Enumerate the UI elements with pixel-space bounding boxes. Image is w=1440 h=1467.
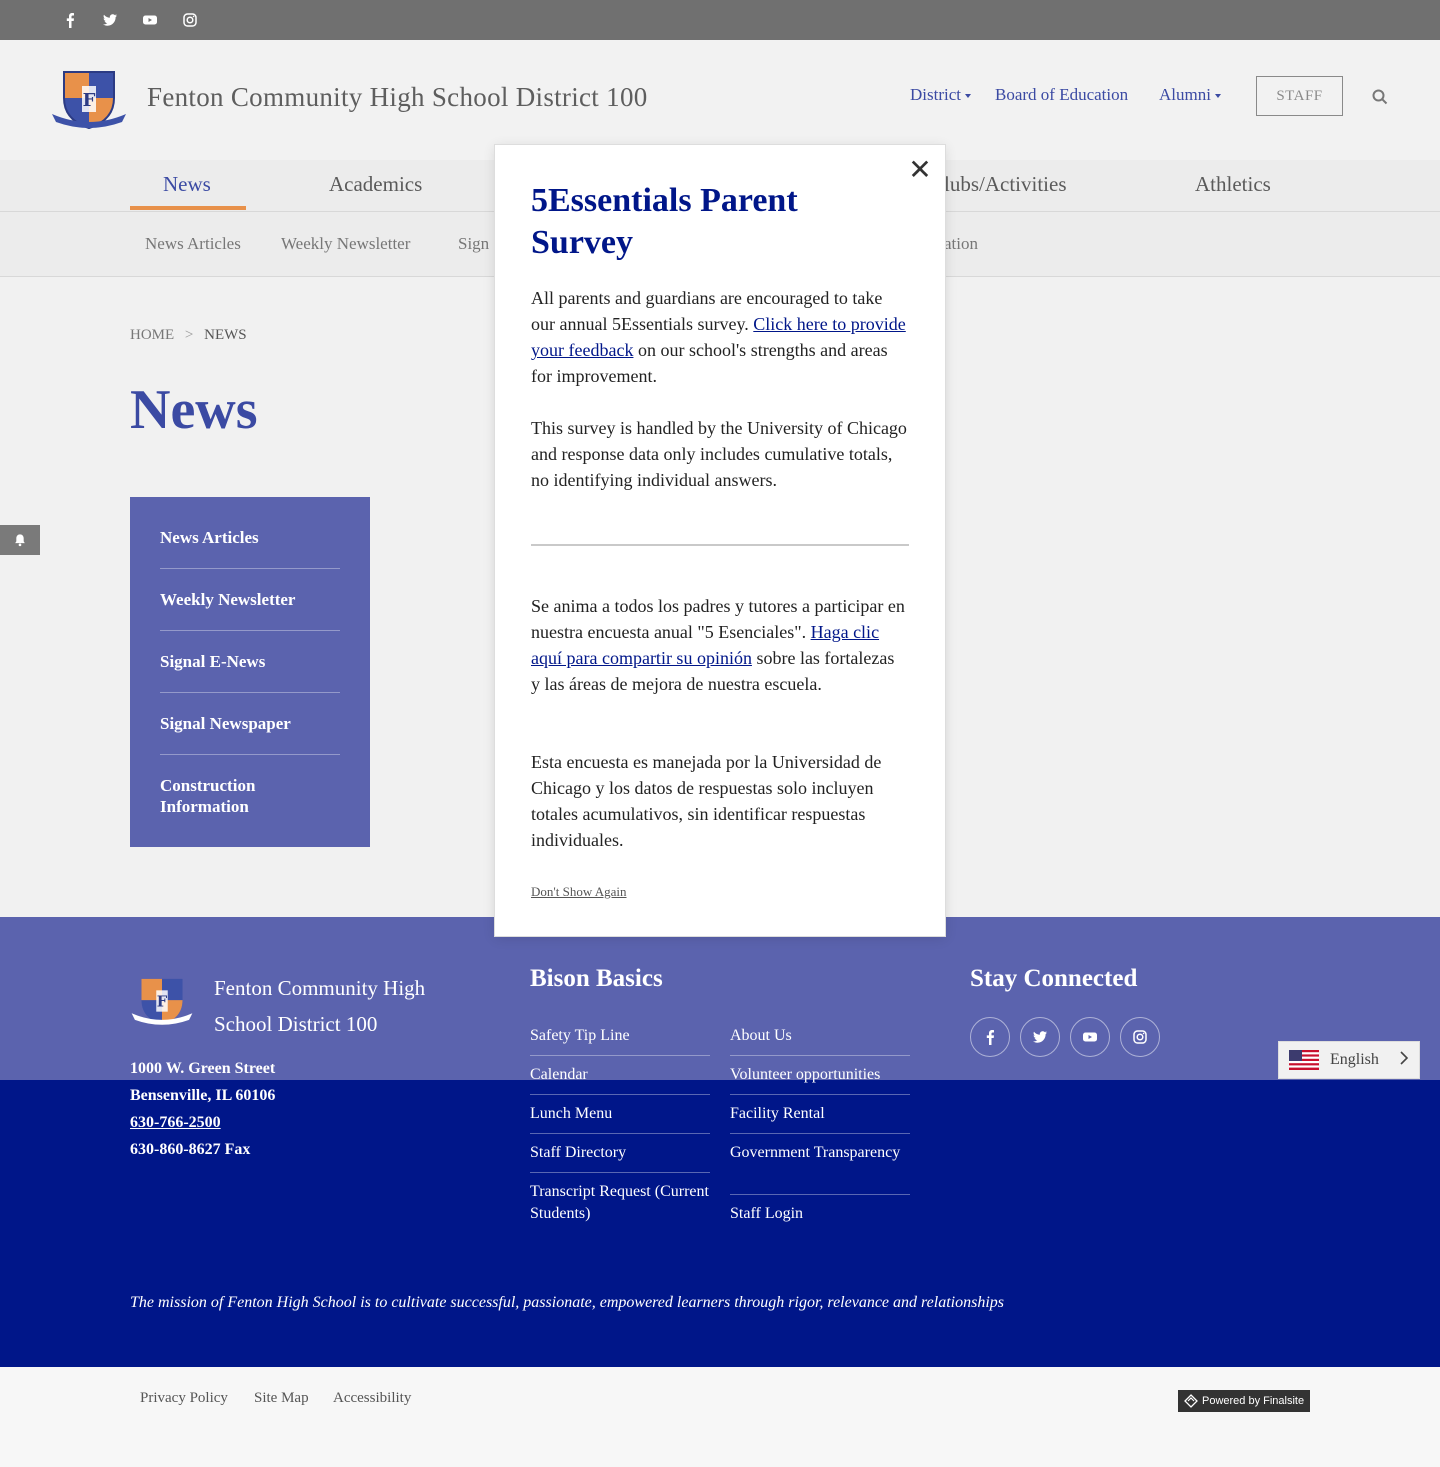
us-flag-icon (1289, 1050, 1319, 1070)
stay-connected-heading: Stay Connected (970, 965, 1138, 992)
facebook-icon[interactable] (60, 10, 80, 30)
footer-link-about-us[interactable]: About Us (730, 1025, 910, 1047)
staff-button[interactable]: STAFF (1256, 76, 1343, 116)
modal-english-paragraph-1: All parents and guardians are encouraged… (531, 285, 907, 389)
tab-news[interactable]: News (163, 172, 211, 197)
facebook-icon[interactable] (970, 1017, 1010, 1057)
youtube-icon[interactable] (1070, 1017, 1110, 1057)
instagram-icon[interactable] (180, 10, 200, 30)
divider (160, 568, 340, 569)
footer-address-line1: 1000 W. Green Street (130, 1060, 276, 1077)
youtube-icon[interactable] (140, 10, 160, 30)
language-selector[interactable]: English (1278, 1041, 1420, 1079)
divider (730, 1133, 910, 1134)
divider (730, 1194, 910, 1195)
svg-text:F: F (83, 90, 96, 111)
breadcrumb: HOME > NEWS (130, 327, 247, 344)
site-map-link[interactable]: Site Map (254, 1390, 309, 1407)
active-tab-indicator (130, 206, 246, 210)
tab-academics[interactable]: Academics (329, 172, 422, 197)
nav-alumni[interactable]: Alumni (1159, 85, 1221, 105)
footer-link-volunteer-opportunities[interactable]: Volunteer opportunities (730, 1064, 910, 1086)
divider (160, 692, 340, 693)
social-bar (0, 0, 1440, 40)
divider (730, 1094, 910, 1095)
nav-board-of-education[interactable]: Board of Education (995, 85, 1128, 105)
footer-link-government-transparency[interactable]: Government Transparency (730, 1142, 910, 1164)
close-icon[interactable]: ✕ (905, 155, 935, 185)
site-title[interactable]: Fenton Community High School District 10… (147, 82, 648, 113)
modal-spanish-paragraph-2: Esta encuesta es manejada por la Univers… (531, 752, 882, 850)
sidenav-weekly-newsletter[interactable]: Weekly Newsletter (160, 589, 340, 610)
subnav-news-articles[interactable]: News Articles (145, 234, 241, 254)
footer-crest-logo[interactable]: F (130, 975, 194, 1027)
modal-spanish-paragraph-1: Se anima a todos los padres y tutores a … (531, 593, 907, 697)
divider (531, 544, 909, 546)
twitter-icon[interactable] (100, 10, 120, 30)
notification-bell-icon[interactable] (0, 525, 40, 555)
footer-fax: 630-860-8627 Fax (130, 1141, 251, 1158)
footer-link-staff-login[interactable]: Staff Login (730, 1203, 910, 1225)
footer-bottom-bar (0, 1367, 1440, 1467)
accessibility-link[interactable]: Accessibility (333, 1390, 411, 1407)
tab-clubs-activities[interactable]: lubs/Activities (944, 172, 1067, 197)
page-title: News (130, 379, 258, 441)
subnav-signal[interactable]: Sign (458, 234, 489, 254)
sidenav-construction-information[interactable]: Construction Information (160, 775, 340, 817)
footer-phone-link[interactable]: 630-766-2500 (130, 1114, 221, 1132)
breadcrumb-separator-icon: > (184, 327, 194, 343)
divider (530, 1172, 710, 1173)
divider (730, 1055, 910, 1056)
modal-title: 5Essentials Parent Survey (531, 182, 798, 261)
site-header: F Fenton Community High School District … (0, 40, 1440, 160)
powered-by-finalsite-badge[interactable]: Powered by Finalsite (1178, 1390, 1310, 1412)
svg-text:F: F (157, 994, 168, 1011)
survey-modal: ✕ 5Essentials Parent Survey All parents … (495, 145, 945, 936)
tab-athletics[interactable]: Athletics (1195, 172, 1271, 197)
footer-address-line2: Bensenville, IL 60106 (130, 1087, 276, 1104)
subnav-construction-information[interactable]: ation (944, 234, 978, 254)
dont-show-again-link[interactable]: Don't Show Again (531, 884, 627, 900)
school-crest-logo[interactable]: F (50, 68, 128, 130)
footer-link-facility-rental[interactable]: Facility Rental (730, 1103, 910, 1125)
divider (530, 1094, 710, 1095)
sidenav-signal-e-news[interactable]: Signal E-News (160, 651, 340, 672)
divider (530, 1055, 710, 1056)
sidenav-news-articles[interactable]: News Articles (160, 527, 340, 548)
divider (530, 1133, 710, 1134)
breadcrumb-home[interactable]: HOME (130, 327, 174, 343)
divider (160, 630, 340, 631)
sidenav-signal-newspaper[interactable]: Signal Newspaper (160, 713, 340, 734)
divider (160, 754, 340, 755)
privacy-policy-link[interactable]: Privacy Policy (140, 1390, 228, 1407)
footer-link-transcript-request[interactable]: Transcript Request (Current Students) (530, 1181, 710, 1225)
modal-english-paragraph-2: This survey is handled by the University… (531, 418, 907, 490)
section-side-nav: News Articles Weekly Newsletter Signal E… (130, 497, 370, 847)
nav-district[interactable]: District (910, 85, 971, 105)
instagram-icon[interactable] (1120, 1017, 1160, 1057)
nav-alumni-label: Alumni (1159, 85, 1211, 104)
footer-link-safety-tip-line[interactable]: Safety Tip Line (530, 1025, 710, 1047)
search-icon[interactable] (1371, 88, 1389, 106)
caret-down-icon (1214, 94, 1221, 99)
subnav-weekly-newsletter[interactable]: Weekly Newsletter (281, 234, 410, 254)
finalsite-logo-icon (1184, 1394, 1198, 1416)
caret-down-icon (965, 94, 971, 99)
footer-link-calendar[interactable]: Calendar (530, 1064, 710, 1086)
breadcrumb-current: NEWS (204, 327, 247, 343)
chevron-right-icon (1399, 1051, 1409, 1070)
bison-basics-heading: Bison Basics (530, 965, 663, 992)
mission-statement: The mission of Fenton High School is to … (130, 1294, 1004, 1311)
powered-by-label: Powered by Finalsite (1202, 1395, 1305, 1407)
footer-link-lunch-menu[interactable]: Lunch Menu (530, 1103, 710, 1125)
footer-link-staff-directory[interactable]: Staff Directory (530, 1142, 710, 1164)
nav-district-label: District (910, 85, 961, 104)
language-label: English (1330, 1051, 1379, 1068)
footer-school-name: Fenton Community High School District 10… (214, 976, 426, 1036)
twitter-icon[interactable] (1020, 1017, 1060, 1057)
